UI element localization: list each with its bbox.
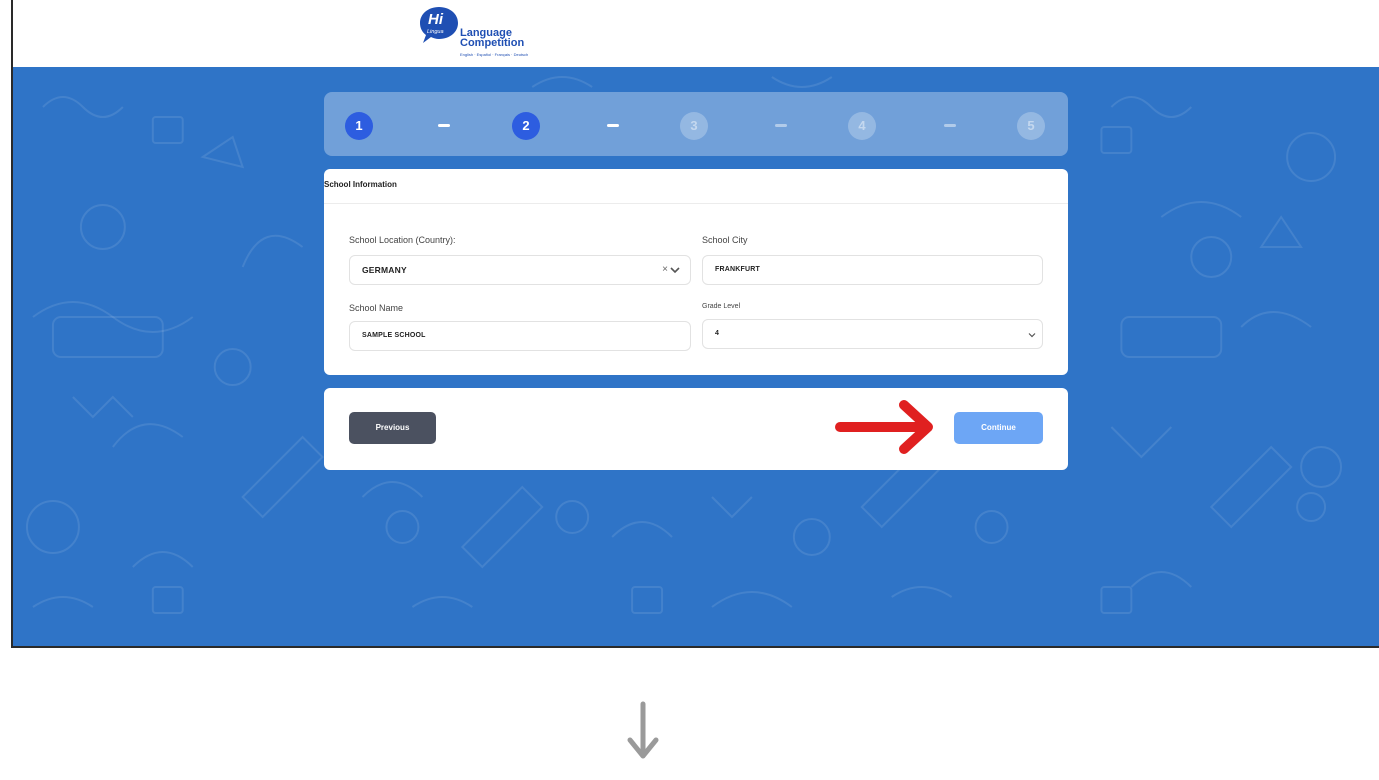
step-4[interactable]: 4 — [848, 112, 876, 140]
step-connector — [775, 124, 787, 127]
step-connector — [438, 124, 450, 127]
country-select[interactable]: GERMANY × — [349, 255, 691, 285]
red-arrow-icon — [835, 400, 933, 454]
clear-icon[interactable]: × — [662, 264, 668, 275]
country-value: GERMANY — [362, 265, 407, 275]
hero-background: 1 2 3 4 5 School Information School Loca… — [13, 67, 1379, 646]
school-name-input[interactable]: SAMPLE SCHOOL — [349, 321, 691, 351]
step-2[interactable]: 2 — [512, 112, 540, 140]
city-label: School City — [702, 235, 748, 245]
country-label: School Location (Country): — [349, 235, 456, 245]
logo-competition-text: Competition — [460, 37, 525, 49]
school-name-value: SAMPLE SCHOOL — [362, 332, 426, 339]
grade-level-value: 4 — [715, 330, 720, 337]
previous-button[interactable]: Previous — [349, 412, 436, 444]
chevron-down-icon[interactable] — [1028, 331, 1036, 339]
grade-level-label: Grade Level — [702, 303, 741, 310]
chevron-down-icon[interactable] — [670, 265, 680, 275]
school-name-label: School Name — [349, 303, 404, 313]
logo-hi-text: Hi — [428, 11, 444, 28]
logo-tagline: English · Español · Français · Deutsch — [460, 52, 529, 57]
city-input[interactable]: FRANKFURT — [702, 255, 1043, 285]
hi-lingua-logo[interactable]: Hi Lingua Language Competition English ·… — [417, 2, 557, 64]
logo-lingua-text: Lingua — [427, 29, 444, 35]
progress-stepper: 1 2 3 4 5 — [324, 92, 1068, 156]
browser-frame: Hi Lingua Language Competition English ·… — [11, 0, 1379, 648]
header-bar: Hi Lingua Language Competition English ·… — [13, 0, 1379, 67]
continue-button[interactable]: Continue — [954, 412, 1043, 444]
step-1[interactable]: 1 — [345, 112, 373, 140]
school-information-card: School Information School Location (Coun… — [324, 169, 1068, 375]
card-title: School Information — [324, 169, 1068, 204]
down-arrow-icon — [627, 701, 659, 759]
school-information-title: School Information — [324, 180, 397, 189]
step-5[interactable]: 5 — [1017, 112, 1045, 140]
step-connector — [607, 124, 619, 127]
step-3[interactable]: 3 — [680, 112, 708, 140]
city-value: FRANKFURT — [715, 266, 760, 273]
navigation-card: Previous Continue — [324, 388, 1068, 470]
speech-bubble-icon: Hi Lingua — [420, 7, 458, 43]
grade-level-select[interactable]: 4 — [702, 319, 1043, 349]
step-connector — [944, 124, 956, 127]
